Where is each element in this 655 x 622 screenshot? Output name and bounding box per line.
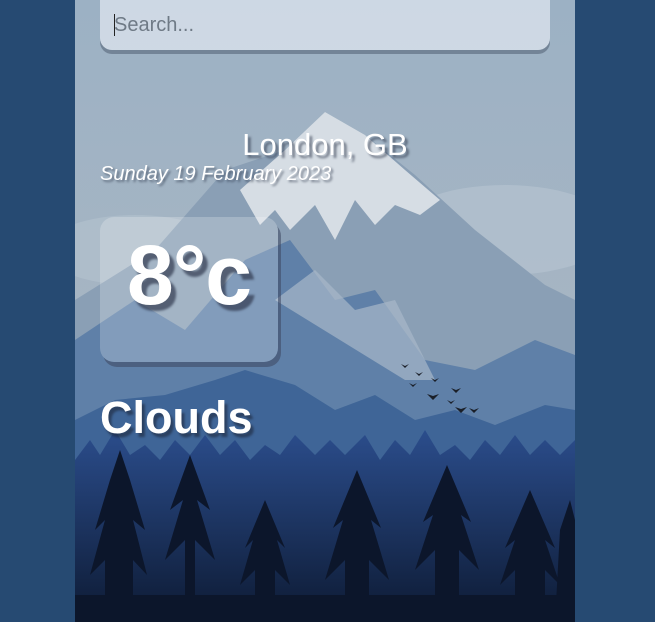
text-cursor [114,14,115,36]
temperature-value: 8°c [126,228,252,322]
location-label: London, GB [242,127,408,162]
search-input[interactable] [114,12,534,38]
weather-app: London, GB Sunday 19 February 2023 8°c C… [75,0,575,622]
temperature-card: 8°c [100,217,278,362]
weather-condition: Clouds [100,392,253,443]
search-bar [100,0,550,50]
date-label: Sunday 19 February 2023 [100,163,332,185]
